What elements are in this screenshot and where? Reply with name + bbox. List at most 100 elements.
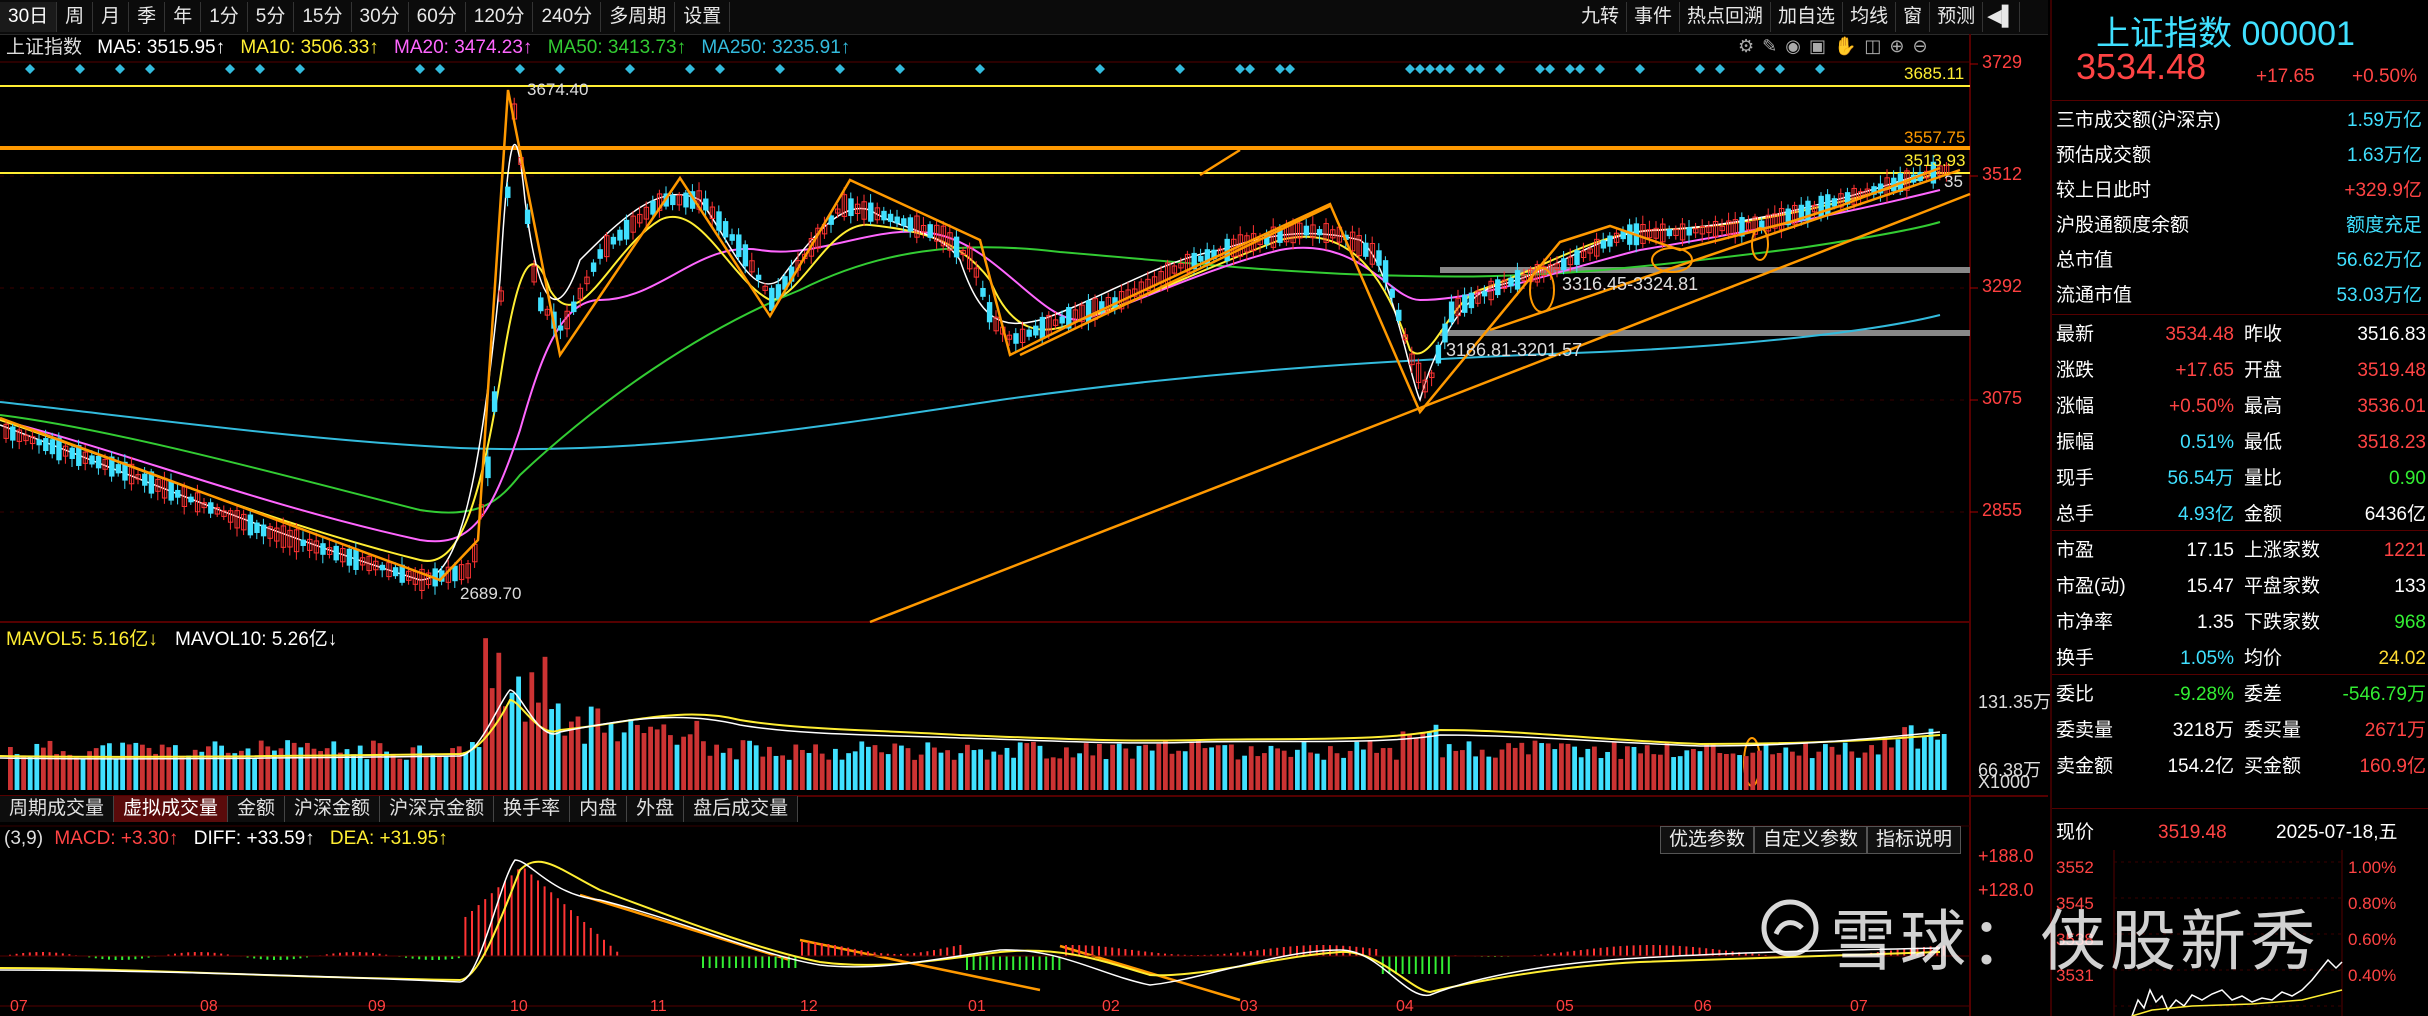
volume-bar (734, 759, 739, 790)
stat-label: 流通市值 (2056, 285, 2133, 306)
volume-bar (1770, 754, 1775, 790)
tab-inner-volume[interactable]: 内盘 (570, 796, 628, 822)
volume-bar (1275, 748, 1280, 790)
candle-body (1039, 316, 1046, 339)
volume-bar (859, 741, 865, 790)
volume-bar (800, 749, 805, 790)
tab-outer-volume[interactable]: 外盘 (627, 796, 685, 822)
indicator-help-button[interactable]: 指标说明 (1867, 826, 1962, 854)
quote-value: 2671万 (2364, 720, 2426, 741)
candle-body (379, 564, 386, 571)
volume-bar (984, 759, 990, 790)
quote-value: 56.54万 (2167, 468, 2234, 489)
stat-row: 预估成交额 1.63万亿 (2052, 139, 2428, 173)
volume-bar (1235, 759, 1241, 790)
volume-bar (1130, 758, 1135, 790)
signal-marker (1465, 64, 1475, 74)
quote-label: 市盈(动) (2056, 576, 2126, 597)
quote-value: -9.28% (2173, 684, 2234, 705)
candle-body (1303, 225, 1310, 236)
volume-bar (364, 759, 370, 790)
tab-after-hours-volume[interactable]: 盘后成交量 (684, 796, 799, 822)
signal-marker (1595, 64, 1605, 74)
volume-bar (542, 656, 548, 790)
signal-marker (255, 64, 265, 74)
volume-bar (1935, 739, 1940, 790)
volume-bar (1578, 757, 1584, 790)
candle-body (1396, 309, 1402, 321)
volume-bar (965, 744, 970, 790)
volume-bar (1836, 754, 1841, 790)
quote-row: 卖金额 154.2亿 买金额 160.9亿 (2052, 750, 2428, 784)
volume-bar (1750, 752, 1756, 790)
volume-bar (727, 748, 733, 790)
volume-bar (1446, 744, 1452, 790)
stat-value: 53.03万亿 (2336, 285, 2422, 306)
volume-bar (1064, 747, 1069, 790)
candle-body (722, 221, 729, 238)
preferred-params-button[interactable]: 优选参数 (1660, 826, 1755, 854)
quote-value: 160.9亿 (2359, 756, 2426, 777)
candle-body (320, 543, 326, 555)
tab-sh-sz-amount[interactable]: 沪深金额 (285, 796, 381, 822)
volume-bar (806, 752, 812, 790)
candle-body (1382, 260, 1389, 283)
volume-bar (503, 706, 508, 790)
month-label: 07 (10, 998, 28, 1015)
candle-body (1481, 291, 1488, 297)
month-label: 07 (1850, 998, 1868, 1015)
tab-turnover[interactable]: 换手率 (494, 796, 571, 822)
tab-amount[interactable]: 金额 (228, 796, 286, 822)
candle-body (623, 219, 630, 240)
volume-bar (1037, 745, 1043, 790)
volume-bar (701, 741, 706, 790)
volume-bar (14, 754, 20, 790)
volume-bar (720, 752, 726, 790)
stat-value: 56.62万亿 (2336, 250, 2422, 271)
candle-body (683, 192, 689, 208)
signal-marker (685, 64, 695, 74)
stat-row: 三市成交额(沪深京) 1.59万亿 (2052, 104, 2428, 138)
volume-bar (615, 741, 620, 790)
signal-marker (835, 64, 845, 74)
quote-label: 上涨家数 (2244, 540, 2321, 561)
tab-sh-sz-bj-amount[interactable]: 沪深京金额 (380, 796, 495, 822)
volume-bar (305, 742, 310, 790)
volume-bar (1189, 741, 1195, 790)
custom-params-button[interactable]: 自定义参数 (1754, 826, 1868, 854)
volume-bar (1671, 757, 1676, 790)
stat-label: 沪股通额度余额 (2056, 215, 2190, 236)
volume-bar (1229, 744, 1234, 790)
volume-bar (437, 756, 442, 790)
volume-bar (1803, 743, 1808, 790)
quote-value: 3536.01 (2357, 396, 2426, 417)
candle-body (650, 200, 656, 215)
volume-bar (377, 743, 383, 790)
mini-pct-axis: 1.00% 0.80% 0.60% 0.40% (2348, 850, 2396, 994)
volume-bar (866, 746, 871, 790)
volume-bar (1163, 741, 1168, 790)
signal-marker (1635, 64, 1645, 74)
quote-value: 24.02 (2378, 648, 2426, 669)
tab-period-volume[interactable]: 周期成交量 (0, 796, 115, 822)
diff-value: DIFF: +33.59↑ (193, 828, 315, 849)
quote-row: 委比 -9.28% 委差 -546.79万 (2052, 678, 2428, 712)
candle-body (927, 224, 933, 238)
quote-row: 涨跌 +17.65 开盘 3519.48 (2052, 354, 2428, 388)
quote-row: 市盈 17.15 上涨家数 1221 (2052, 534, 2428, 568)
volume-bar (1559, 743, 1564, 790)
month-label: 04 (1396, 998, 1414, 1015)
quote-value: 133 (2394, 576, 2426, 597)
volume-bar (1618, 758, 1624, 790)
kline-chart[interactable] (0, 0, 2048, 1016)
quote-row: 涨幅 +0.50% 最高 3536.01 (2052, 390, 2428, 424)
volume-bar (1486, 756, 1492, 790)
candle-body (729, 234, 735, 241)
volume-bar (74, 757, 79, 790)
volume-bar (1004, 747, 1010, 790)
change-pct: +0.50% (2352, 66, 2417, 87)
volume-bar (707, 755, 713, 790)
tab-virtual-volume[interactable]: 虚拟成交量 (114, 796, 229, 822)
volume-bar (773, 755, 779, 790)
quote-row: 委卖量 3218万 委买量 2671万 (2052, 714, 2428, 748)
